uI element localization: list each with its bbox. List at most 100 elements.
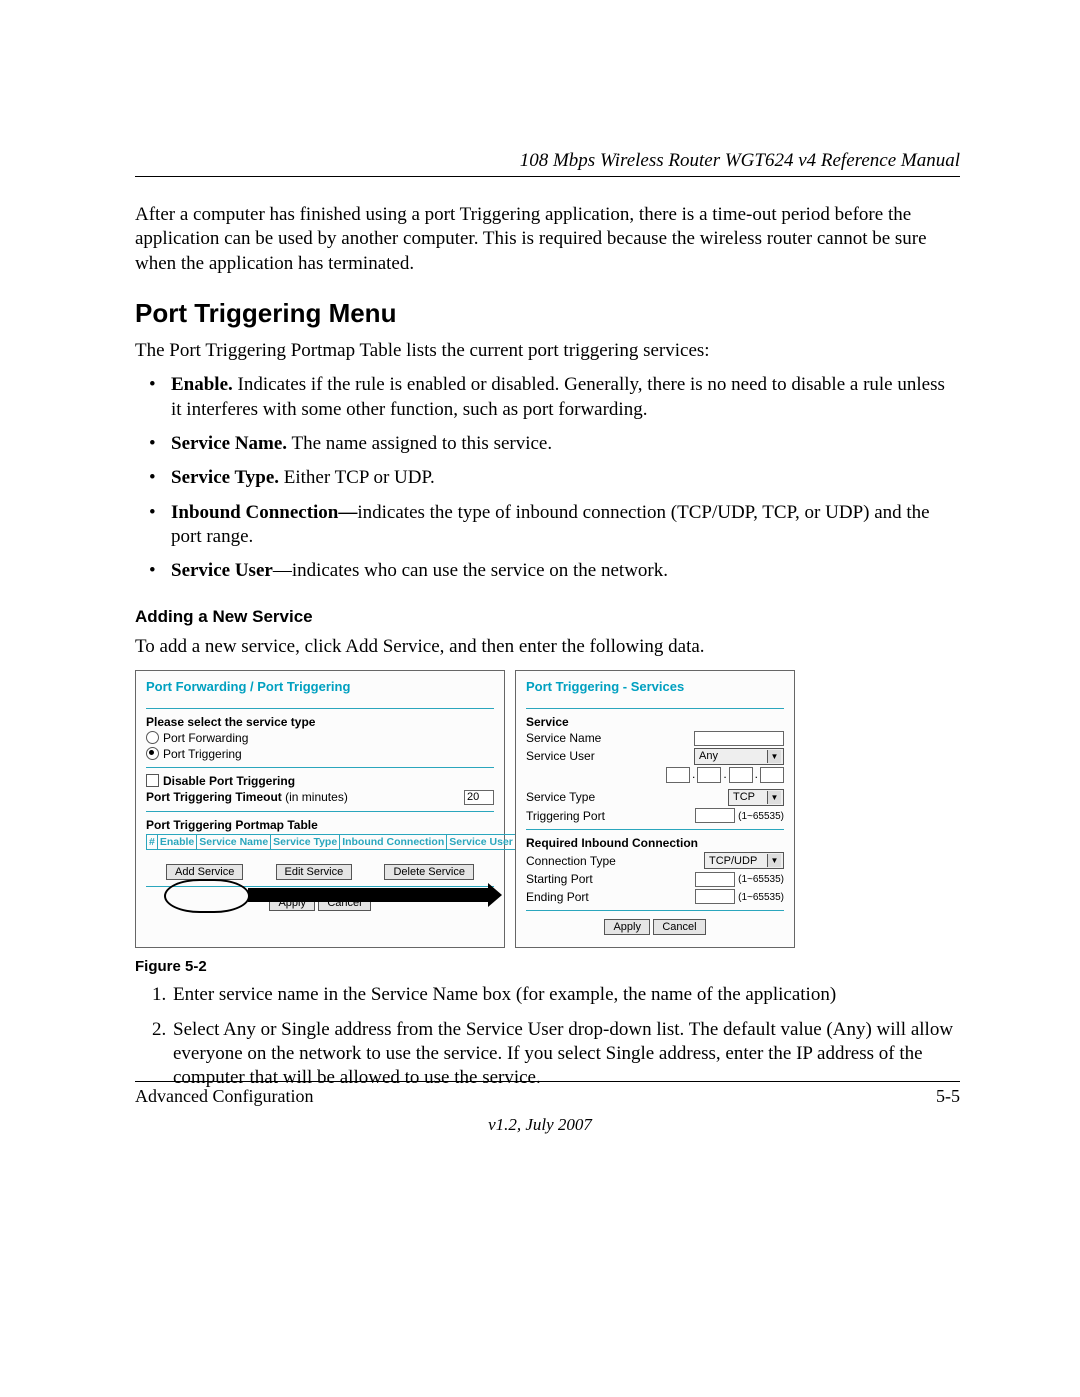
ip-octet-input[interactable] [697,767,721,783]
bullet-suser-strong: Service User [171,560,273,581]
col-stype: Service Type [271,834,340,849]
radio-triggering-label: Port Triggering [163,747,242,761]
service-user-label: Service User [526,749,595,763]
radio-port-forwarding[interactable]: Port Forwarding [146,731,494,745]
chevron-down-icon: ▼ [767,854,781,867]
steps-list: Enter service name in the Service Name b… [135,983,960,1090]
footer-version: v1.2, July 2007 [0,1115,1080,1135]
callout-arrow-icon [248,888,488,902]
triggering-port-input[interactable] [695,808,735,823]
ip-octet-input[interactable] [729,767,753,783]
bullet-stype-strong: Service Type. [171,467,279,488]
checkbox-icon [146,774,159,787]
bullet-inbound-strong: Inbound Connection— [171,502,357,523]
radio-forwarding-label: Port Forwarding [163,731,248,745]
step-2: Select Any or Single address from the Se… [171,1018,960,1091]
service-type-label: Service Type [526,790,595,804]
left-panel-title: Port Forwarding / Port Triggering [146,679,494,694]
delete-service-button[interactable]: Delete Service [384,864,474,880]
figure-panels: Port Forwarding / Port Triggering Please… [135,670,960,949]
starting-port-field: (1~65535) [695,871,784,887]
bullet-enable-rest: Indicates if the rule is enabled or disa… [171,374,945,419]
bullet-inbound: Inbound Connection—indicates the type of… [135,501,960,550]
timeout-input[interactable] [464,790,494,805]
col-sname: Service Name [197,834,271,849]
bullet-stype-rest: Either TCP or UDP. [279,467,435,488]
footer: Advanced Configuration 5-5 [135,1081,960,1107]
col-num: # [147,834,158,849]
triggering-port-label: Triggering Port [526,809,605,823]
timeout-label-wrap: Port Triggering Timeout (in minutes) [146,790,348,804]
service-name-label: Service Name [526,731,601,745]
portmap-heading: Port Triggering Portmap Table [146,818,494,832]
separator [526,910,784,911]
connection-type-select[interactable]: TCP/UDP ▼ [704,852,784,869]
subsection-intro: To add a new service, click Add Service,… [135,635,960,659]
triggering-port-field: (1~65535) [695,808,784,824]
starting-port-label: Starting Port [526,872,593,886]
ip-octet-input[interactable] [666,767,690,783]
figure-caption: Figure 5-2 [135,958,960,975]
port-range-hint: (1~65535) [738,874,784,885]
apply-button[interactable]: Apply [604,919,650,935]
running-header: 108 Mbps Wireless Router WGT624 v4 Refer… [135,150,960,172]
separator [526,708,784,709]
ip-fields[interactable]: ... [666,767,784,783]
bullet-service-user: Service User—indicates who can use the s… [135,559,960,583]
ending-port-field: (1~65535) [695,889,784,905]
bullet-suser-rest: —indicates who can use the service on th… [273,560,668,581]
col-enable: Enable [157,834,196,849]
bullet-sname-strong: Service Name. [171,433,287,454]
separator [146,708,494,709]
radio-icon [146,747,159,760]
timeout-row: Port Triggering Timeout (in minutes) [146,790,494,805]
bullet-service-type: Service Type. Either TCP or UDP. [135,466,960,490]
section-intro: The Port Triggering Portmap Table lists … [135,339,960,363]
service-user-select[interactable]: Any ▼ [694,748,784,765]
separator [146,811,494,812]
starting-port-input[interactable] [695,872,735,887]
service-user-value: Any [699,750,718,762]
section-heading: Port Triggering Menu [135,298,960,329]
cancel-button[interactable]: Cancel [653,919,705,935]
portmap-table: # Enable Service Name Service Type Inbou… [146,834,516,850]
step-1: Enter service name in the Service Name b… [171,983,960,1007]
port-range-hint: (1~65535) [738,811,784,822]
bullet-enable: Enable. Indicates if the rule is enabled… [135,373,960,422]
edit-service-button[interactable]: Edit Service [276,864,353,880]
bullet-sname-rest: The name assigned to this service. [287,433,552,454]
required-inbound-heading: Required Inbound Connection [526,836,784,850]
header-rule [135,176,960,177]
disable-port-triggering[interactable]: Disable Port Triggering [146,774,494,788]
bullet-enable-strong: Enable. [171,374,233,395]
footer-rule [135,1081,960,1082]
right-panel-title: Port Triggering - Services [526,679,784,694]
bullet-service-name: Service Name. The name assigned to this … [135,432,960,456]
col-inbound: Inbound Connection [340,834,447,849]
ending-port-label: Ending Port [526,890,589,904]
service-type-select[interactable]: TCP ▼ [728,789,784,806]
separator [146,886,494,887]
port-triggering-services-panel: Port Triggering - Services Service Servi… [515,670,795,949]
intro-paragraph: After a computer has finished using a po… [135,203,960,276]
ending-port-input[interactable] [695,889,735,904]
disable-label: Disable Port Triggering [163,774,295,788]
service-heading: Service [526,715,784,729]
separator [526,829,784,830]
ip-octet-input[interactable] [760,767,784,783]
footer-section: Advanced Configuration [135,1086,313,1107]
footer-page: 5-5 [936,1086,960,1107]
chevron-down-icon: ▼ [767,791,781,804]
service-name-input[interactable] [694,731,784,746]
port-range-hint: (1~65535) [738,892,784,903]
col-suser: Service User [447,834,516,849]
timeout-label: Port Triggering Timeout [146,790,282,804]
bullet-list: Enable. Indicates if the rule is enabled… [135,373,960,583]
separator [146,767,494,768]
subsection-heading: Adding a New Service [135,607,960,627]
add-service-button[interactable]: Add Service [166,864,243,880]
chevron-down-icon: ▼ [767,750,781,763]
radio-icon [146,731,159,744]
select-service-type-label: Please select the service type [146,715,494,729]
radio-port-triggering[interactable]: Port Triggering [146,747,494,761]
